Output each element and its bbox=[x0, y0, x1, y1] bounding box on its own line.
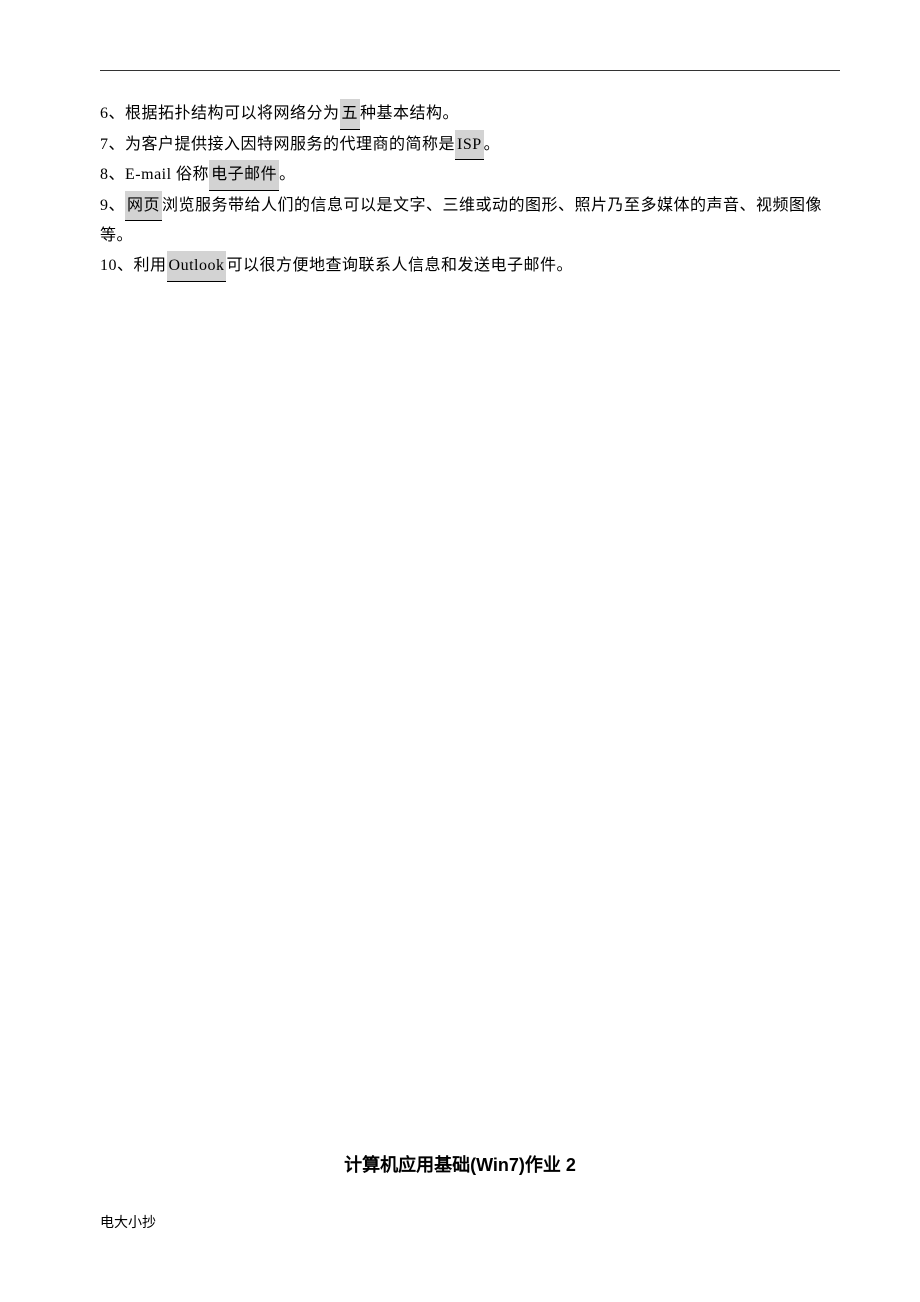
list-item: 7、为客户提供接入因特网服务的代理商的简称是 ISP 。 bbox=[100, 130, 840, 161]
item-post-text: 种基本结构。 bbox=[360, 105, 459, 122]
item-number: 6、 bbox=[100, 105, 125, 122]
page-footer: 电大小抄 bbox=[100, 1212, 156, 1232]
fill-blank: 五 bbox=[340, 99, 361, 130]
fill-blank: Outlook bbox=[167, 251, 227, 282]
list-item: 8、E-mail 俗称 电子邮件 。 bbox=[100, 160, 840, 191]
item-number: 9、 bbox=[100, 197, 125, 214]
fill-blank: 网页 bbox=[125, 191, 162, 222]
item-number: 10、 bbox=[100, 257, 134, 274]
item-pre-text: E-mail 俗称 bbox=[125, 166, 209, 183]
item-pre-text: 根据拓扑结构可以将网络分为 bbox=[125, 105, 340, 122]
top-rule bbox=[100, 70, 840, 71]
fill-blank: ISP bbox=[455, 130, 484, 161]
list-item: 10、利用 Outlook 可以很方便地查询联系人信息和发送电子邮件。 bbox=[100, 251, 840, 282]
document-page: 6、根据拓扑结构可以将网络分为 五 种基本结构。 7、为客户提供接入因特网服务的… bbox=[0, 0, 920, 282]
item-post-text: 浏览服务带给人们的信息可以是文字、三维或动的图形、照片乃至多媒体的声音、视频图像… bbox=[100, 197, 822, 245]
item-pre-text: 为客户提供接入因特网服务的代理商的简称是 bbox=[125, 136, 455, 153]
list-item: 9、 网页 浏览服务带给人们的信息可以是文字、三维或动的图形、照片乃至多媒体的声… bbox=[100, 191, 840, 251]
item-post-text: 。 bbox=[484, 136, 501, 153]
item-number: 8、 bbox=[100, 166, 125, 183]
item-number: 7、 bbox=[100, 136, 125, 153]
item-post-text: 。 bbox=[279, 166, 296, 183]
item-post-text: 可以很方便地查询联系人信息和发送电子邮件。 bbox=[226, 257, 573, 274]
list-item: 6、根据拓扑结构可以将网络分为 五 种基本结构。 bbox=[100, 99, 840, 130]
fill-blank: 电子邮件 bbox=[209, 160, 279, 191]
item-pre-text: 利用 bbox=[134, 257, 167, 274]
section-heading: 计算机应用基础(Win7)作业 2 bbox=[0, 1151, 920, 1177]
